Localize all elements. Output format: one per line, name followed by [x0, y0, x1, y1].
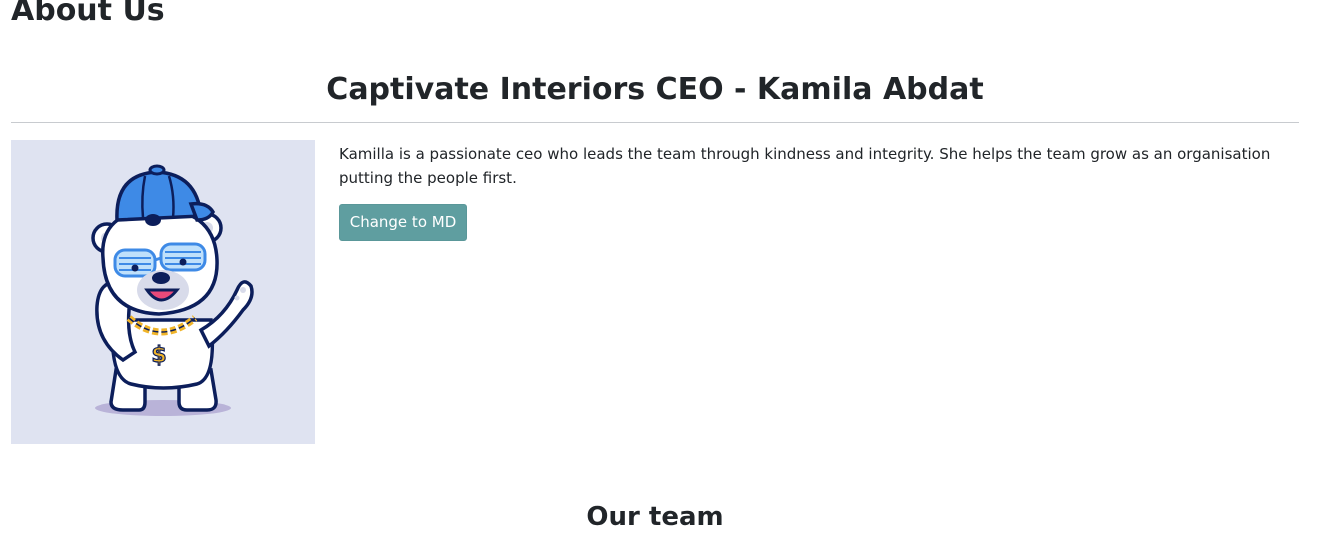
- page-title: About Us: [11, 0, 165, 28]
- team-section-heading: Our team: [586, 502, 724, 532]
- profile-title: Captivate Interiors CEO - Kamila Abdat: [326, 72, 984, 107]
- svg-text:$: $: [151, 343, 166, 368]
- change-to-md-button[interactable]: Change to MD: [339, 204, 467, 241]
- profile-bio: Kamilla is a passionate ceo who leads th…: [339, 145, 1271, 187]
- profile-image: $: [11, 140, 315, 444]
- divider: [11, 122, 1299, 123]
- polar-bear-icon: $: [91, 164, 254, 416]
